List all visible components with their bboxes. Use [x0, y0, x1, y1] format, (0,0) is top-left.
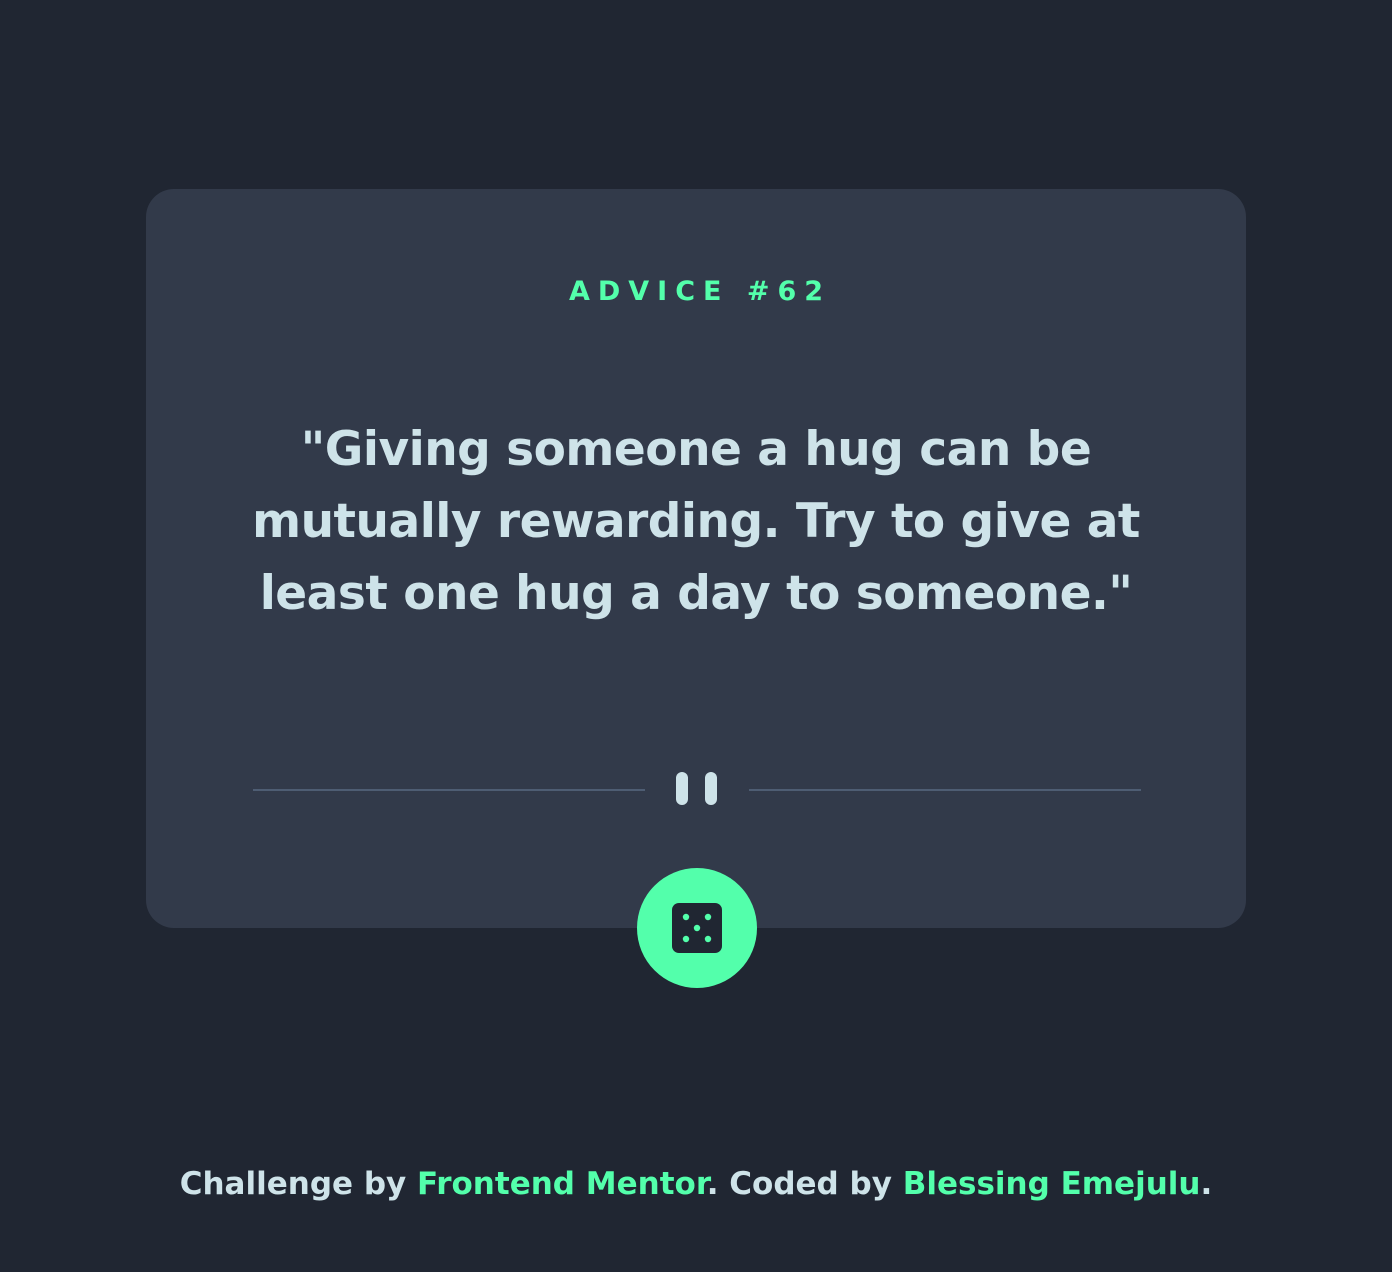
- dice-icon: [672, 903, 722, 953]
- advice-number: ADVICE #62: [568, 276, 832, 307]
- pause-bar-left: [676, 772, 688, 805]
- frontend-mentor-link[interactable]: Frontend Mentor: [417, 1166, 707, 1202]
- footer-suffix: .: [1200, 1166, 1213, 1202]
- attribution-footer: Challenge by Frontend Mentor. Coded by B…: [0, 1164, 1392, 1204]
- divider-line-left: [253, 789, 645, 791]
- new-advice-button[interactable]: [637, 868, 757, 988]
- author-link[interactable]: Blessing Emejulu: [903, 1166, 1201, 1202]
- pause-bar-right: [705, 772, 717, 805]
- advice-quote: "Giving someone a hug can be mutually re…: [252, 422, 1140, 621]
- footer-middle: . Coded by: [706, 1166, 903, 1202]
- divider-line-right: [749, 789, 1141, 791]
- pause-icon: [676, 772, 718, 805]
- footer-prefix: Challenge by: [179, 1166, 418, 1202]
